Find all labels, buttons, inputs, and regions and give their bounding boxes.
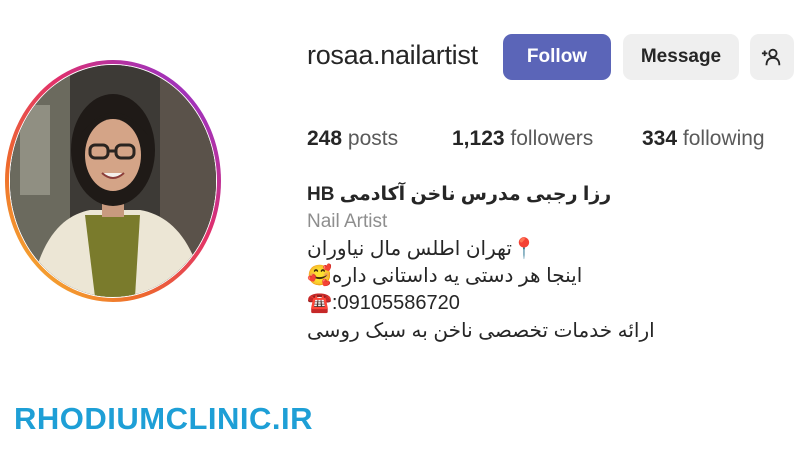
bio-full-name: رزا رجبی مدرس ناخن آکادمی HB — [307, 184, 612, 205]
posts-label: posts — [347, 127, 399, 150]
following-label: following — [682, 127, 765, 150]
avatar[interactable] — [10, 65, 216, 297]
profile-photo — [10, 65, 216, 297]
message-button[interactable]: Message — [623, 34, 739, 80]
posts-count: 248 — [307, 127, 343, 150]
followers-label: followers — [510, 127, 594, 150]
following-stat[interactable]: 334 following — [642, 127, 765, 151]
following-count: 334 — [642, 127, 678, 150]
avatar-ring[interactable] — [5, 60, 221, 302]
followers-stat[interactable]: 1,123 followers — [452, 127, 593, 151]
bio-phone: ☎️:09105586720 — [307, 292, 460, 314]
bio-tagline: اینجا هر دستی یه داستانی داره🥰 — [307, 265, 583, 287]
follow-button[interactable]: Follow — [503, 34, 611, 80]
bio-services: ارائه خدمات تخصصی ناخن به سبک روسی — [307, 320, 655, 342]
username: rosaa.nailartist — [307, 40, 478, 70]
bio-category: Nail Artist — [307, 211, 388, 232]
posts-stat: 248 posts — [307, 127, 398, 151]
watermark: RHODIUMCLINIC.IR — [14, 401, 314, 436]
bio-location: 📍تهران اطلس مال نیاوران — [307, 238, 537, 260]
add-user-icon — [761, 48, 781, 66]
add-user-button[interactable] — [750, 34, 794, 80]
followers-count: 1,123 — [452, 127, 505, 150]
